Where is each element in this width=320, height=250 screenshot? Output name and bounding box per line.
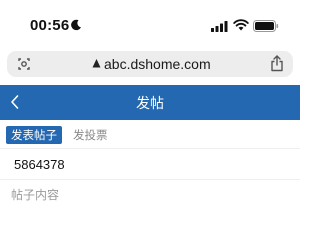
address-bar[interactable]: abc.dshome.com <box>7 51 293 77</box>
post-type-tabs: 发表帖子 发投票 <box>0 120 300 146</box>
site-settings-icon[interactable] <box>16 56 32 72</box>
page-title: 发帖 <box>136 96 164 112</box>
battery-icon <box>253 20 279 32</box>
app-header: 发帖 <box>0 85 300 120</box>
cellular-signal-icon <box>211 21 228 32</box>
share-icon[interactable] <box>270 55 284 72</box>
post-title-field[interactable]: 5864378 <box>0 148 300 180</box>
wifi-icon <box>233 19 249 31</box>
status-time: 00:56 <box>30 17 70 34</box>
tab-poll[interactable]: 发投票 <box>73 126 108 144</box>
tab-post[interactable]: 发表帖子 <box>6 126 62 144</box>
post-form: 发表帖子 发投票 5864378 帖子内容 <box>0 120 300 250</box>
post-content-field[interactable]: 帖子内容 <box>0 178 300 250</box>
post-content-placeholder: 帖子内容 <box>11 188 60 202</box>
moon-icon <box>71 19 81 31</box>
url-text[interactable]: abc.dshome.com <box>104 56 211 72</box>
post-title-value: 5864378 <box>14 157 65 172</box>
lock-icon <box>92 59 101 68</box>
status-bar: 00:56 <box>0 0 300 48</box>
